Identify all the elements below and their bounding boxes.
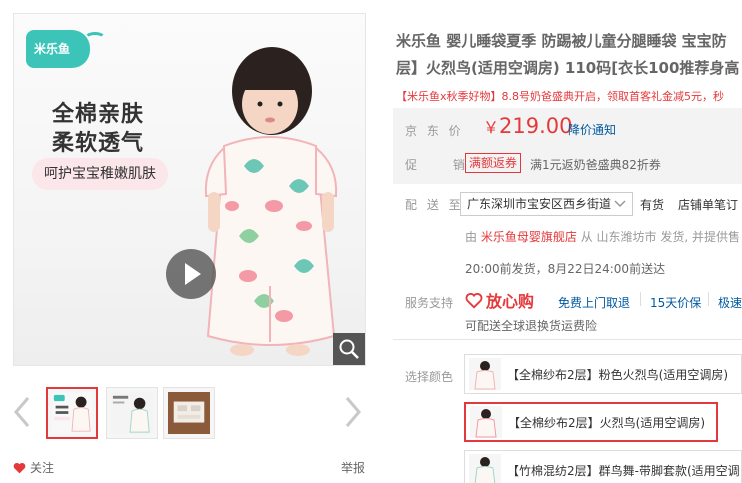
shipping-info: 由 米乐鱼母婴旗舰店 从 山东潍坊市 发货, 并提供售 (465, 228, 740, 245)
color-option-1-swatch (469, 358, 501, 390)
service-express[interactable]: 极速 (718, 294, 742, 311)
color-option-2-swatch (470, 406, 502, 438)
zoom-button[interactable] (333, 333, 365, 365)
stock-status: 有货 (640, 198, 665, 212)
price-value: ￥219.00 (483, 114, 573, 138)
thumbnail-1-image (52, 393, 92, 433)
thumbnail-3[interactable] (163, 387, 215, 439)
address-value: 广东深圳市宝安区西乡街道 (467, 197, 612, 211)
coupon-badge[interactable]: 满额返券 (465, 153, 522, 173)
service-label: 服务支持 (405, 296, 454, 310)
report-link[interactable]: 举报 (341, 459, 365, 476)
ship-prefix: 由 (465, 230, 478, 244)
price-label: 京 东 价 (405, 124, 464, 138)
play-video-button[interactable] (166, 249, 216, 299)
heart-icon (13, 462, 26, 473)
follow-button[interactable]: 关注 (13, 459, 54, 476)
thumbnail-2[interactable] (106, 387, 158, 439)
service-separator (640, 292, 641, 306)
fangxingou-label: 放心购 (486, 292, 535, 311)
follow-label: 关注 (30, 461, 55, 475)
child-model-illustration (204, 47, 338, 356)
service-price-protect[interactable]: 15天价保 (650, 294, 701, 311)
order-note: 店铺单笔订 (678, 198, 739, 212)
price-amount: 219.00 (499, 114, 573, 138)
promo-headline-2: 柔软透气 (52, 131, 145, 156)
color-option-3-swatch (469, 454, 501, 483)
main-product-image[interactable]: 米乐鱼 全棉亲肤 柔软透气 呵护宝宝稚嫩肌肤 (13, 13, 366, 366)
currency-symbol: ￥ (483, 118, 500, 137)
coupon-text: 满1元返奶爸盛典82折券 (530, 158, 661, 172)
service-separator (708, 292, 709, 306)
color-option-3-label: 【竹棉混纺2层】群鸟舞-带脚套款(适用空调 (507, 463, 740, 478)
color-option-1[interactable]: 【全棉纱布2层】粉色火烈鸟(适用空调房) (464, 354, 742, 394)
promo-tag: 呵护宝宝稚嫩肌肤 (32, 158, 168, 190)
price-panel: 京 东 价 ￥219.00 降价通知 促 销 满额返券 满1元返奶爸盛典82折券 (393, 108, 742, 184)
promo-headline-1: 全棉亲肤 (52, 102, 145, 127)
product-title-line-1: 米乐鱼 婴儿睡袋夏季 防踢被儿童分腿睡袋 宝宝防 (396, 32, 727, 50)
color-option-3[interactable]: 【竹棉混纺2层】群鸟舞-带脚套款(适用空调 (464, 450, 742, 483)
magnifier-icon (339, 339, 359, 359)
thumb-prev-arrow-icon[interactable] (12, 395, 32, 429)
chevron-down-icon (614, 200, 626, 208)
color-label: 选择颜色 (405, 370, 454, 384)
ship-from: 从 山东潍坊市 发货, 并提供售 (580, 230, 740, 244)
product-subtitle[interactable]: 【米乐鱼x秋季好物】8.8号奶爸盛典开启，领取首客礼金减5元，秒 (396, 88, 742, 104)
product-title: 米乐鱼 婴儿睡袋夏季 防踢被儿童分腿睡袋 宝宝防 层】火烈鸟(适用空调房) 11… (396, 28, 742, 82)
product-title-line-2: 层】火烈鸟(适用空调房) 110码[衣长100推荐身高 (396, 59, 740, 77)
fangxingou-badge[interactable]: 放心购 (465, 288, 534, 312)
brand-logo-tail (84, 32, 106, 46)
color-option-2-label: 【全棉纱布2层】火烈鸟(适用空调房) (508, 415, 705, 430)
shop-name-link[interactable]: 米乐鱼母婴旗舰店 (481, 230, 577, 244)
service-free-pickup[interactable]: 免费上门取退 (558, 294, 630, 311)
heart-outline-icon (465, 292, 483, 309)
brand-logo: 米乐鱼 (26, 30, 90, 68)
global-delivery-note: 可配送全球退换货运费险 (465, 319, 598, 333)
thumb-next-arrow-icon[interactable] (343, 395, 363, 429)
arrival-estimate: 20:00前发货，8月22日24:00前送达 (465, 262, 666, 276)
color-option-2[interactable]: 【全棉纱布2层】火烈鸟(适用空调房) (464, 402, 718, 442)
delivery-label: 配 送 至 (405, 198, 464, 212)
color-option-1-label: 【全棉纱布2层】粉色火烈鸟(适用空调房) (507, 367, 728, 382)
price-drop-notify-link[interactable]: 降价通知 (568, 121, 616, 138)
thumbnail-3-image (168, 392, 210, 434)
thumbnail-2-image (111, 392, 153, 434)
address-selector[interactable]: 广东深圳市宝安区西乡街道 (460, 192, 633, 216)
thumbnail-1[interactable] (46, 387, 98, 439)
section-divider (393, 339, 742, 340)
